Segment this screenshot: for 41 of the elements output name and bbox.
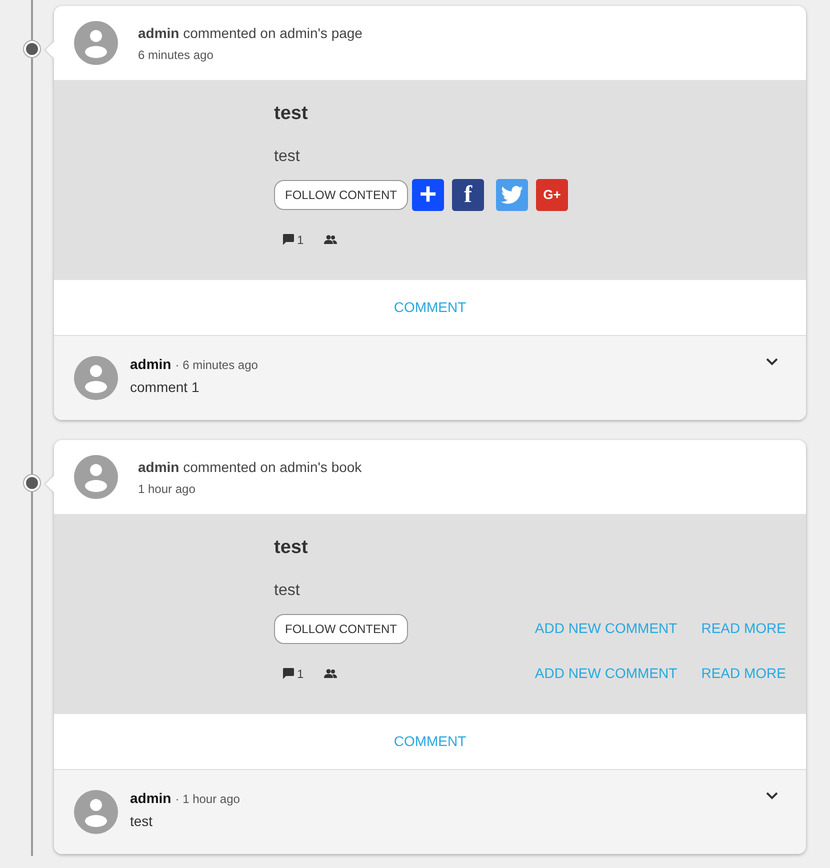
content-title: test [274, 102, 309, 126]
comment-author: admin [130, 789, 172, 808]
follow-content-button[interactable]: FOLLOW CONTENT [274, 180, 408, 210]
comment-icon [282, 234, 294, 245]
google-plus-button[interactable]: G+ [536, 178, 568, 210]
link[interactable]: READ MORE [701, 663, 786, 684]
activity-headline: admin commented on admin's book [138, 458, 362, 476]
timestamp: 1 hour ago [138, 480, 196, 498]
timestamp: · 6 minutes ago [175, 357, 258, 374]
chevron-down-icon [766, 792, 778, 800]
link[interactable]: ADD NEW COMMENT [534, 663, 678, 684]
bird-icon [501, 184, 524, 204]
activity-headline: admin commented on admin's page [138, 24, 362, 43]
people-icon [324, 235, 337, 244]
comment-button[interactable]: COMMENT [394, 297, 466, 318]
comment-author: admin [130, 355, 172, 374]
comment-icon [282, 668, 294, 679]
avatar-icon [74, 356, 118, 400]
chevron-down-icon [766, 358, 778, 366]
link[interactable]: READ MORE [701, 618, 786, 639]
content-body: test [274, 146, 301, 166]
avatar-icon [74, 21, 118, 65]
avatar-icon [74, 455, 118, 499]
timestamp: 6 minutes ago [138, 46, 214, 64]
link[interactable]: ADD NEW COMMENT [534, 618, 678, 639]
comment-button[interactable]: COMMENT [394, 731, 466, 752]
twitter-button[interactable] [496, 178, 528, 210]
expand-button[interactable] [766, 792, 778, 800]
content-title: test [274, 536, 309, 560]
comment-text: comment 1 [130, 378, 200, 397]
follow-content-button[interactable]: FOLLOW CONTENT [274, 614, 408, 644]
comment-text: test [130, 812, 154, 831]
expand-button[interactable] [766, 358, 778, 366]
content-body: test [274, 580, 301, 600]
people-icon [324, 669, 337, 678]
avatar-icon [74, 790, 118, 834]
share-button[interactable]: + [412, 178, 444, 210]
comment-count: 1 [297, 666, 304, 682]
facebook-button[interactable]: f [452, 178, 484, 210]
timestamp: · 1 hour ago [175, 791, 240, 808]
comment-count: 1 [297, 232, 304, 248]
